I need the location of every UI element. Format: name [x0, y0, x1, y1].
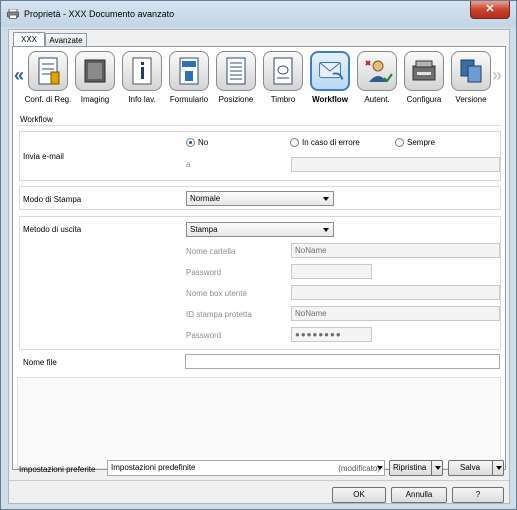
chevron-down-icon [323, 197, 329, 201]
secure-id-field[interactable]: NoName [291, 306, 500, 321]
email-section: Invia e-mail No In caso di errore Sempre… [19, 131, 501, 181]
tab-panel: « » Conf. di Reg. Imaging Info lav. Form… [12, 46, 506, 470]
output-section: Metodo di uscita Stampa Nome cartella No… [19, 216, 501, 350]
position-icon-frame [216, 51, 256, 91]
title-bar: Proprietà - XXX Documento avanzato ✕ [1, 1, 516, 27]
iconbar-prev-arrow[interactable]: « [14, 65, 24, 86]
workflow-icon-frame [310, 51, 350, 91]
file-name-label: Nome file [23, 358, 57, 367]
version-icon [460, 59, 482, 83]
print-mode-select[interactable]: Normale [186, 191, 334, 206]
stamp-icon-frame [263, 51, 303, 91]
imaging-icon [84, 59, 106, 83]
restore-button[interactable]: Ripristina [389, 460, 443, 476]
form-icon-frame [169, 51, 209, 91]
divider [17, 125, 501, 126]
iconbar-item-register-settings[interactable]: Conf. di Reg. [25, 51, 71, 111]
save-label: Salva [460, 463, 481, 472]
iconbar-label: Versione [455, 95, 487, 104]
file-name-field[interactable] [185, 354, 500, 369]
secure-id-label: ID stampa protetta [186, 310, 252, 319]
iconbar-item-workflow[interactable]: Workflow [307, 51, 353, 111]
email-always-radio[interactable] [395, 138, 404, 147]
position-icon [226, 57, 246, 85]
favorites-label: Impostazioni preferite [19, 465, 96, 474]
email-no-radio[interactable] [186, 138, 195, 147]
version-icon-frame [451, 51, 491, 91]
output-label: Metodo di uscita [23, 225, 82, 234]
printer-icon [7, 9, 19, 19]
authentication-icon-frame [357, 51, 397, 91]
register-settings-icon-frame [28, 51, 68, 91]
configure-icon [412, 60, 436, 81]
window-title: Proprietà - XXX Documento avanzato [24, 9, 175, 19]
output-select[interactable]: Stampa [186, 222, 334, 237]
email-on-error-radio[interactable] [290, 138, 299, 147]
email-to-label: a [186, 160, 191, 169]
chevron-down-icon[interactable] [377, 466, 383, 470]
close-button[interactable]: ✕ [470, 1, 510, 19]
authentication-icon [365, 60, 393, 83]
configure-icon-frame [404, 51, 444, 91]
iconbar-item-configure[interactable]: Configura [401, 51, 447, 111]
print-mode-section: Modo di Stampa Normale [19, 186, 501, 210]
save-button[interactable]: Salva [448, 460, 504, 476]
iconbar-item-job-info[interactable]: Info lav. [119, 51, 165, 111]
divider [9, 480, 509, 481]
print-mode-label: Modo di Stampa [23, 195, 82, 204]
user-box-field[interactable] [291, 285, 500, 300]
email-to-field[interactable] [291, 157, 500, 172]
section-title: Workflow [20, 115, 53, 124]
user-box-label: Nome box utente [186, 289, 247, 298]
favorites-value: Impostazioni predefinite [111, 463, 196, 472]
chevron-down-icon[interactable] [492, 461, 503, 475]
register-settings-icon [38, 57, 60, 85]
iconbar-item-imaging[interactable]: Imaging [72, 51, 118, 111]
form-icon [179, 57, 199, 85]
cancel-button[interactable]: Annulla [391, 487, 447, 503]
workflow-icon [319, 62, 344, 80]
stamp-icon [273, 57, 293, 85]
email-label: Invia e-mail [23, 152, 64, 161]
iconbar-item-position[interactable]: Posizione [213, 51, 259, 111]
folder-name-label: Nome cartella [186, 247, 236, 256]
tab-avanzate[interactable]: Avanzate [45, 33, 87, 47]
password-field[interactable] [291, 264, 372, 279]
help-button[interactable]: ? [452, 487, 504, 503]
print-mode-value: Normale [190, 194, 221, 203]
email-on-error-label: In caso di errore [302, 138, 360, 147]
chevron-down-icon[interactable] [431, 461, 442, 475]
iconbar-item-authentication[interactable]: Autent. [354, 51, 400, 111]
output-value: Stampa [190, 225, 218, 234]
chevron-down-icon [323, 228, 329, 232]
email-no-label: No [198, 138, 209, 147]
favorites-select[interactable]: Impostazioni predefinite (modificato) [107, 460, 385, 476]
job-info-icon [132, 57, 152, 85]
job-info-icon-frame [122, 51, 162, 91]
ok-button[interactable]: OK [332, 487, 386, 503]
imaging-icon-frame [75, 51, 115, 91]
password-label: Password [186, 268, 222, 277]
dialog-client: XXX Avanzate « » Conf. di Reg. Imaging I… [8, 29, 510, 504]
secure-password-field[interactable]: ●●●●●●●● [291, 327, 372, 342]
iconbar-item-stamp[interactable]: Timbro [260, 51, 306, 111]
iconbar-item-form[interactable]: Formulario [166, 51, 212, 111]
modified-label: (modificato) [338, 464, 380, 473]
empty-area [17, 377, 501, 469]
folder-name-field[interactable]: NoName [291, 243, 500, 258]
restore-label: Ripristina [393, 463, 427, 472]
secure-password-label: Password [186, 331, 222, 340]
tab-xxx[interactable]: XXX [13, 32, 45, 47]
iconbar-item-version[interactable]: Versione [448, 51, 494, 111]
properties-window: Proprietà - XXX Documento avanzato ✕ XXX… [0, 0, 517, 510]
email-always-label: Sempre [407, 138, 436, 147]
